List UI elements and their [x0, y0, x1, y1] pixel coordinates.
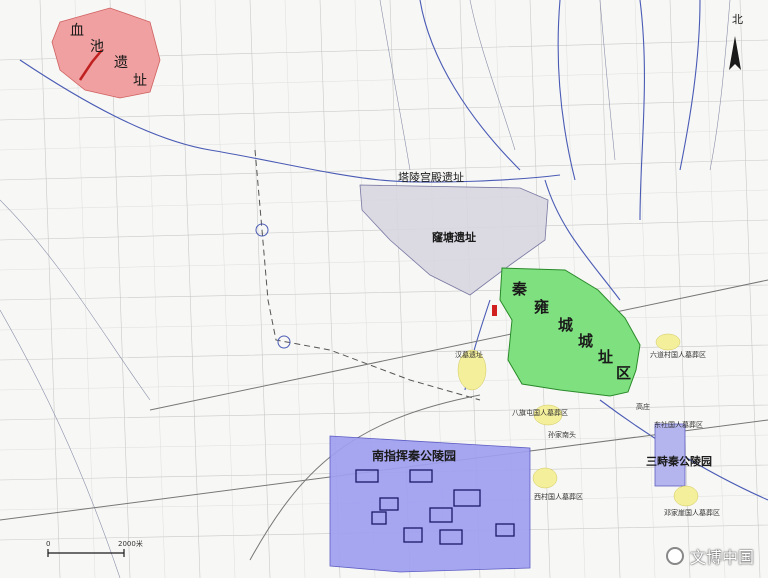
cemetery-label-f: 西村国人墓葬区 — [534, 493, 583, 501]
wechat-icon — [665, 547, 684, 565]
watermark: 文博中国 — [665, 544, 754, 568]
scale-label-right: 2000米 — [118, 540, 143, 548]
cemetery-label-e: 高庄 — [636, 403, 650, 411]
watermark-text: 文博中国 — [689, 548, 754, 567]
cemetery-label-h: 邓家崖国人墓葬区 — [664, 509, 720, 517]
qinyong-label-3: 城 — [558, 316, 574, 334]
red-marker — [492, 305, 497, 316]
yaodi-label: 窿塘遗址 — [432, 231, 476, 244]
cemetery-label-c: 六道村国人墓葬区 — [650, 351, 706, 359]
cemetery-label-g: 东社国人墓葬区 — [654, 421, 703, 429]
north-label: 北 — [732, 13, 743, 26]
qinyong-label-2: 雍 — [534, 298, 550, 316]
map-canvas — [0, 0, 768, 578]
nanzhihui-label: 南指挥秦公陵园 — [372, 449, 457, 463]
qinyong-label-5: 址 — [598, 348, 614, 366]
xuechi-label-1: 血 — [70, 23, 84, 39]
taling-label: 塔陵宫殿遗址 — [398, 171, 464, 184]
xuechi-label-4: 址 — [133, 73, 147, 89]
archaeological-map: 北 0 2000米 血 池 遗 址 塔陵宫殿遗址 窿塘遗址 秦 雍 城 城 址 … — [0, 0, 768, 578]
qinyong-label-1: 秦 — [512, 280, 528, 298]
xuechi-label-2: 池 — [90, 39, 104, 55]
cemetery-label-d: 孙家南头 — [548, 431, 576, 439]
xuechi-label-3: 遗 — [114, 55, 128, 71]
scale-label-left: 0 — [46, 540, 51, 548]
qinyong-label-6: 区 — [616, 364, 632, 382]
qinyong-label-4: 城 — [578, 332, 594, 350]
cemetery-label-b: 八旗屯国人墓葬区 — [512, 409, 568, 417]
cemetery-label-a: 汉墓遗址 — [455, 351, 483, 359]
sanzhi-label: 三畤秦公陵园 — [646, 455, 712, 468]
